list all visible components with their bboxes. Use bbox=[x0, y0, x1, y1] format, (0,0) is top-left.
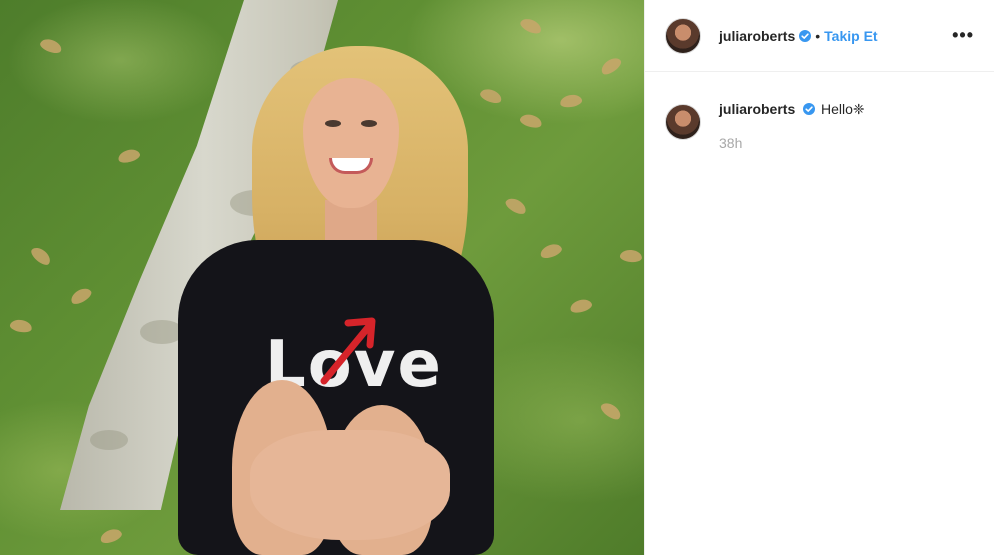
verified-badge-icon bbox=[803, 103, 816, 115]
post-sidebar: juliaroberts • Takip Et ••• juliaroberts… bbox=[644, 0, 994, 555]
follow-button[interactable]: Takip Et bbox=[824, 28, 877, 44]
post-timestamp[interactable]: 38h bbox=[719, 134, 865, 152]
caption-text: Hello❈ bbox=[821, 101, 865, 117]
left-eye bbox=[325, 120, 341, 127]
right-eye bbox=[361, 120, 377, 127]
post-photo[interactable]: Love bbox=[0, 0, 644, 555]
avatar[interactable] bbox=[665, 17, 701, 54]
avatar[interactable] bbox=[665, 104, 701, 140]
header-username[interactable]: juliaroberts bbox=[719, 28, 795, 44]
instagram-post: Love juliaroberts • Takip Et ••• juliaro… bbox=[0, 0, 994, 555]
caption-username[interactable]: juliaroberts bbox=[719, 101, 795, 117]
caption-body: juliaroberts Hello❈ 38h bbox=[719, 98, 865, 152]
caption-comment: juliaroberts Hello❈ 38h bbox=[645, 72, 994, 152]
more-options-icon[interactable]: ••• bbox=[952, 25, 974, 46]
clasped-hands bbox=[250, 430, 450, 540]
separator-dot: • bbox=[815, 27, 821, 44]
trunk-spot bbox=[90, 430, 128, 450]
red-arrow-icon bbox=[320, 317, 376, 385]
post-header: juliaroberts • Takip Et ••• bbox=[645, 0, 994, 72]
verified-badge-icon bbox=[799, 29, 812, 42]
smile bbox=[329, 158, 373, 174]
